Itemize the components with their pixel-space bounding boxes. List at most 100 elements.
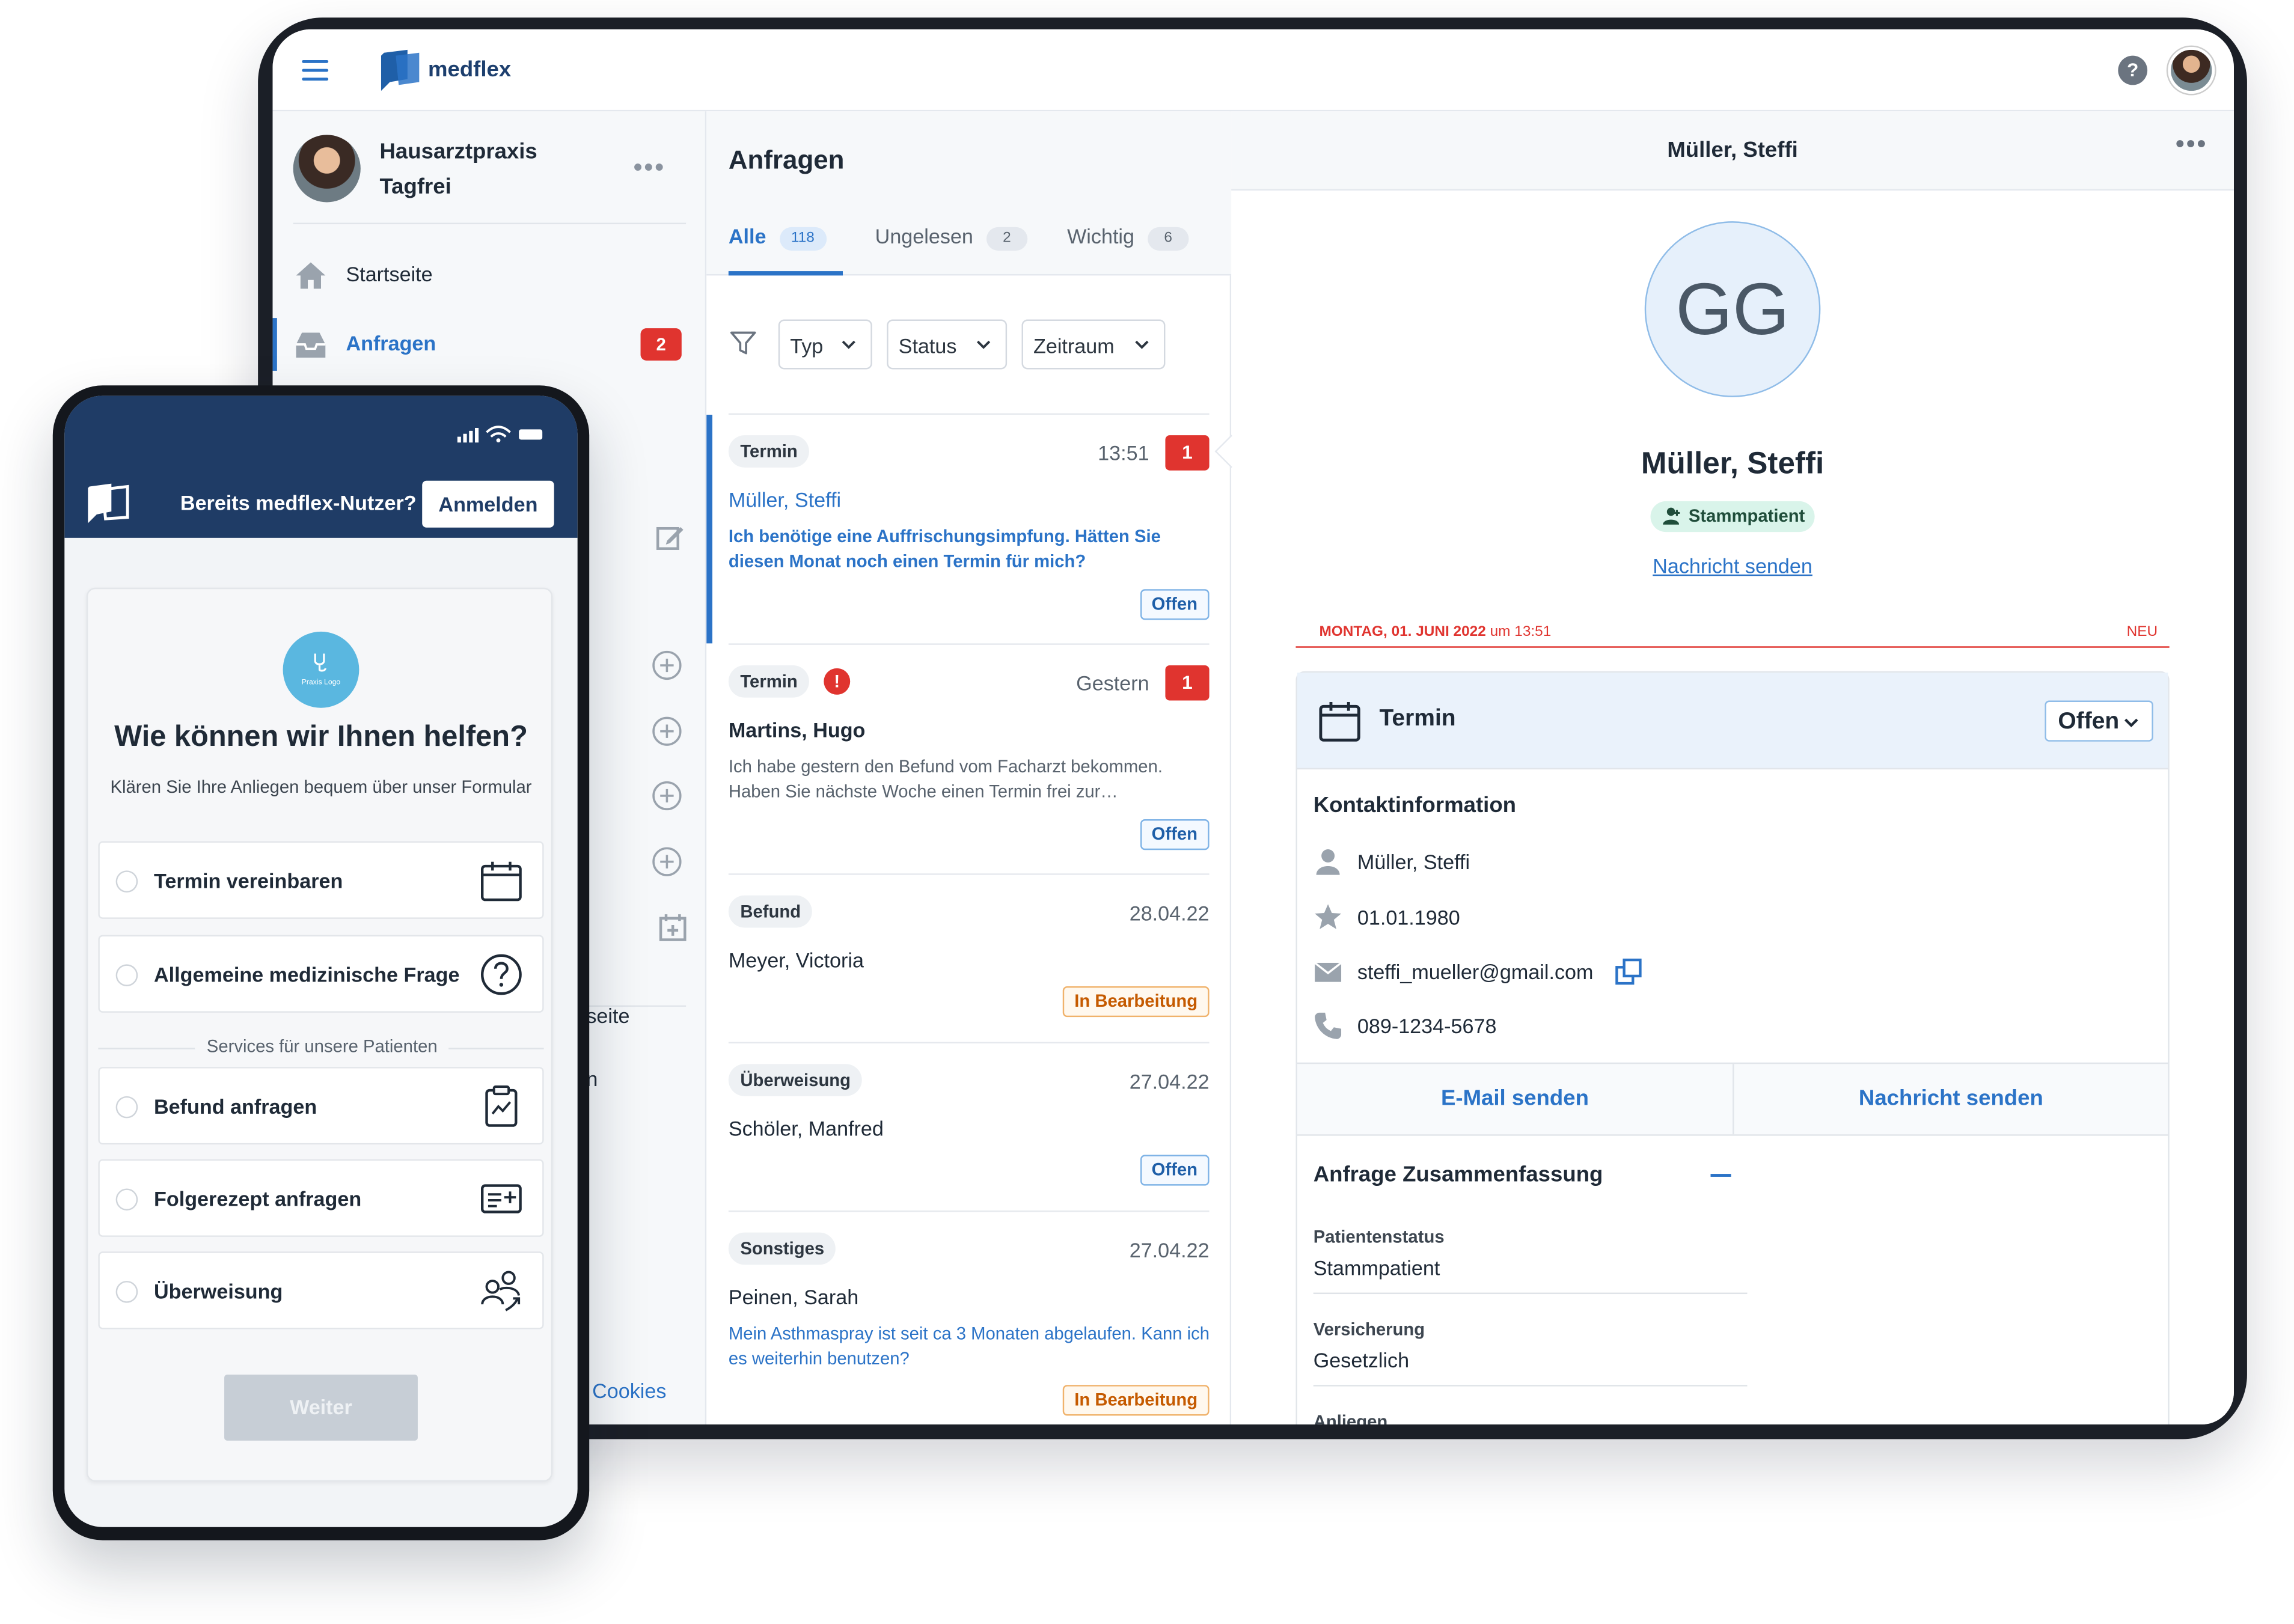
detail-header: Müller, Steffi •••: [1231, 111, 2234, 191]
tab-wichtig[interactable]: Wichtig 6: [1067, 224, 1189, 275]
option-termin-vereinbaren[interactable]: Termin vereinbaren: [98, 841, 544, 919]
field-label: Patientenstatus: [1313, 1226, 1445, 1247]
patient-avatar: GG: [1644, 221, 1821, 397]
option-label: Überweisung: [154, 1279, 283, 1303]
date-separator: MONTAG, 01. JUNI 2022 um 13:51 NEU: [1295, 624, 2170, 648]
login-button[interactable]: Anmelden: [422, 480, 554, 528]
filter-status-dropdown[interactable]: Status: [887, 319, 1008, 370]
help-icon[interactable]: ?: [2118, 55, 2148, 85]
chevron-down-icon: [1135, 340, 1149, 349]
sidebar-partial-text: seite: [586, 1004, 630, 1028]
radio-button[interactable]: [115, 870, 138, 893]
star-icon: [1315, 904, 1342, 929]
form-title: Wie können wir Ihnen helfen?: [114, 721, 528, 754]
chevron-down-icon: [976, 340, 991, 349]
medflex-logo-icon: [88, 483, 129, 524]
add-circle-icon[interactable]: [651, 846, 684, 878]
cookies-link[interactable]: Cookies: [592, 1379, 666, 1402]
status-bar-icons: [457, 426, 543, 443]
existing-user-question: Bereits medflex-Nutzer?: [180, 490, 417, 514]
contact-email: steffi_mueller@gmail.com: [1357, 960, 1594, 984]
practice-logo: Praxis Logo: [283, 631, 359, 708]
contact-name: Müller, Steffi: [1357, 850, 1470, 874]
prescription-icon: [481, 1184, 522, 1213]
request-patient-name: Martins, Hugo: [728, 718, 866, 742]
add-circle-icon[interactable]: [651, 649, 684, 682]
radio-button[interactable]: [115, 964, 138, 986]
sidebar-item-label: Startseite: [346, 262, 433, 286]
filter-icon[interactable]: [729, 328, 758, 358]
request-message: Mein Asthmaspray ist seit ca 3 Monaten a…: [728, 1323, 1210, 1369]
stethoscope-icon: [314, 653, 326, 672]
calendar-icon: [1319, 701, 1360, 742]
medflex-logo-icon[interactable]: [378, 47, 422, 94]
sidebar-item-anfragen[interactable]: Anfragen 2: [272, 318, 707, 371]
user-avatar[interactable]: [2168, 47, 2215, 94]
request-card[interactable]: Überweisung 27.04.22 Schöler, Manfred Of…: [706, 1043, 1231, 1210]
field-value: Gesetzlich: [1313, 1348, 1410, 1372]
filter-period-dropdown[interactable]: Zeitraum: [1021, 319, 1166, 370]
status-badge: In Bearbeitung: [1062, 1385, 1210, 1416]
radio-button[interactable]: [115, 1281, 138, 1303]
contact-birthdate: 01.01.1980: [1357, 905, 1460, 929]
option-ueberweisung[interactable]: Überweisung: [98, 1251, 544, 1329]
option-befund-anfragen[interactable]: Befund anfragen: [98, 1067, 544, 1145]
send-message-button[interactable]: Nachricht senden: [1733, 1064, 2168, 1135]
request-detail-pane: Müller, Steffi ••• GG Müller, Steffi Sta…: [1231, 111, 2234, 1425]
clipboard-icon: [485, 1085, 518, 1127]
status-badge: In Bearbeitung: [1062, 986, 1210, 1018]
radio-button[interactable]: [115, 1188, 138, 1211]
collapse-icon[interactable]: [1710, 1174, 1731, 1177]
request-card[interactable]: Termin ! Gestern 1 Martins, Hugo Ich hab…: [706, 645, 1231, 873]
detail-more-icon[interactable]: •••: [2176, 129, 2207, 160]
contact-phone: 089-1234-5678: [1357, 1014, 1497, 1038]
request-patient-name: Müller, Steffi: [728, 487, 842, 511]
filter-type-dropdown[interactable]: Typ: [778, 319, 872, 370]
send-message-link[interactable]: Nachricht senden: [1231, 554, 2234, 578]
tab-count: 118: [779, 227, 827, 251]
person-icon: [1316, 849, 1340, 875]
request-time: 27.04.22: [1129, 1069, 1210, 1093]
hamburger-menu-icon[interactable]: [302, 60, 329, 81]
new-label: NEU: [2126, 624, 2158, 641]
request-card[interactable]: Befund 28.04.22 Meyer, Victoria In Bearb…: [706, 875, 1231, 1042]
option-folgerezept-anfragen[interactable]: Folgerezept anfragen: [98, 1159, 544, 1237]
request-type-title: Termin: [1379, 706, 1456, 731]
status-badge: Offen: [1140, 819, 1210, 850]
add-circle-icon[interactable]: [651, 715, 684, 748]
summary-section-title: Anfrage Zusammenfassung: [1313, 1162, 1603, 1188]
option-medizinische-frage[interactable]: Allgemeine medizinische Frage: [98, 935, 544, 1013]
edit-icon[interactable]: [653, 522, 686, 554]
request-card[interactable]: Sonstiges 27.04.22 Peinen, Sarah Mein As…: [706, 1212, 1231, 1424]
contact-actions: E-Mail senden Nachricht senden: [1297, 1062, 2168, 1136]
link-label: Nachricht senden: [1653, 554, 1812, 578]
badge-label: Stammpatient: [1688, 505, 1805, 527]
top-bar: medflex ?: [272, 29, 2234, 112]
tab-ungelesen[interactable]: Ungelesen 2: [875, 224, 1028, 275]
request-status-dropdown[interactable]: Offen: [2045, 700, 2153, 742]
field-divider: [1313, 1385, 1748, 1387]
request-type-chip: Termin: [728, 665, 810, 698]
request-panel-header: Termin Offen: [1297, 673, 2168, 770]
dropdown-label: Status: [898, 334, 957, 358]
sidebar-item-label: Anfragen: [346, 331, 436, 355]
stammpatient-badge: Stammpatient: [1650, 501, 1815, 533]
org-more-icon[interactable]: •••: [633, 153, 665, 183]
sidebar-item-startseite[interactable]: Startseite: [273, 249, 707, 302]
request-time: 27.04.22: [1129, 1238, 1210, 1262]
important-alert-icon: !: [824, 668, 851, 695]
field-label: Anliegen: [1313, 1411, 1388, 1425]
tab-alle[interactable]: Alle 118: [728, 224, 843, 276]
referral-icon: [481, 1271, 521, 1311]
tab-count: 6: [1147, 227, 1189, 251]
status-badge: Offen: [1140, 1155, 1210, 1186]
request-time: 28.04.22: [1129, 901, 1210, 925]
tab-label: Wichtig: [1067, 224, 1135, 248]
continue-button[interactable]: Weiter: [224, 1375, 418, 1441]
add-circle-icon[interactable]: [651, 780, 684, 812]
calendar-add-icon[interactable]: [656, 912, 689, 944]
request-card[interactable]: Termin 13:51 1 Müller, Steffi Ich benöti…: [706, 415, 1231, 644]
copy-icon[interactable]: [1614, 957, 1644, 986]
send-email-button[interactable]: E-Mail senden: [1297, 1064, 1733, 1134]
radio-button[interactable]: [115, 1096, 138, 1119]
